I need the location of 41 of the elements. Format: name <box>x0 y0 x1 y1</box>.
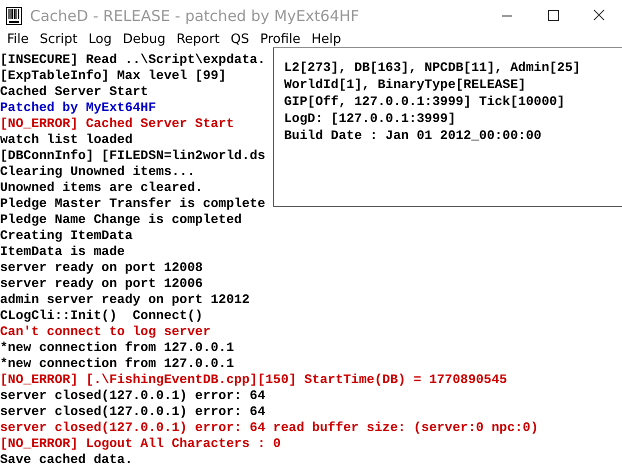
info-line: L2[273], DB[163], NPCDB[11], Admin[25] <box>284 59 580 76</box>
log-line: CLogCli::Init() Connect() <box>0 308 203 324</box>
menu-item[interactable]: Help <box>306 32 348 47</box>
log-line: [NO_ERROR] Logout All Characters : 0 <box>0 436 281 452</box>
menu-item[interactable]: File <box>2 32 35 47</box>
log-line: Pledge Name Change is completed <box>0 212 242 228</box>
log-line: [NO_ERROR] [.\FishingEventDB.cpp][150] StartTime(DB) = 1770890545 <box>0 372 508 388</box>
window-title: CacheD - RELEASE - patched by MyExt64HF <box>30 6 360 24</box>
log-line: Creating ItemData <box>0 228 133 244</box>
info-line: WorldId[1], BinaryType[RELEASE] <box>284 76 526 93</box>
log-line: [NO_ERROR] Cached Server Start <box>0 116 234 132</box>
log-line: *new connection from 127.0.0.1 <box>0 340 234 356</box>
menu-item[interactable]: Log <box>83 32 118 47</box>
menu-item[interactable]: Profile <box>255 32 306 47</box>
log-line: server ready on port 12006 <box>0 276 203 292</box>
log-line: Pledge Master Transfer is complete <box>0 196 266 212</box>
log-line: [ExpTableInfo] Max level [99] <box>0 68 226 84</box>
menu-item[interactable]: QS <box>226 32 256 47</box>
info-line: GIP[Off, 127.0.0.1:3999] Tick[10000] <box>284 93 565 110</box>
log-line: server ready on port 12008 <box>0 260 203 276</box>
log-line: [DBConnInfo] [FILEDSN=lin2world.ds <box>0 148 266 164</box>
log-line: server closed(127.0.0.1) error: 64 <box>0 404 266 420</box>
log-line: admin server ready on port 12012 <box>0 292 250 308</box>
log-line: Clearing Unowned items... <box>0 164 196 180</box>
info-line: LogD: [127.0.0.1:3999] <box>284 110 456 127</box>
log-line: Can't connect to log server <box>0 324 211 340</box>
menu-item[interactable]: Debug <box>118 32 172 47</box>
info-line: Build Date : Jan 01 2012_00:00:00 <box>284 127 542 144</box>
log-line: Save cached data. <box>0 452 133 468</box>
log-line: [INSECURE] Read ..\Script\expdata. <box>0 52 266 68</box>
menu-item[interactable]: Script <box>34 32 84 47</box>
log-line: Patched by MyExt64HF <box>0 100 156 116</box>
log-line: Unowned items are cleared. <box>0 180 203 196</box>
log-line: Cached Server Start <box>0 84 148 100</box>
app-icon <box>6 6 22 24</box>
log-line: ItemData is made <box>0 244 125 260</box>
menu-item[interactable]: Report <box>171 32 226 47</box>
log-line: *new connection from 127.0.0.1 <box>0 356 234 372</box>
log-line: server closed(127.0.0.1) error: 64 <box>0 388 266 404</box>
log-line: server closed(127.0.0.1) error: 64 read buffer size: (server:0 npc:0) <box>0 420 538 436</box>
log-line: watch list loaded <box>0 132 133 148</box>
